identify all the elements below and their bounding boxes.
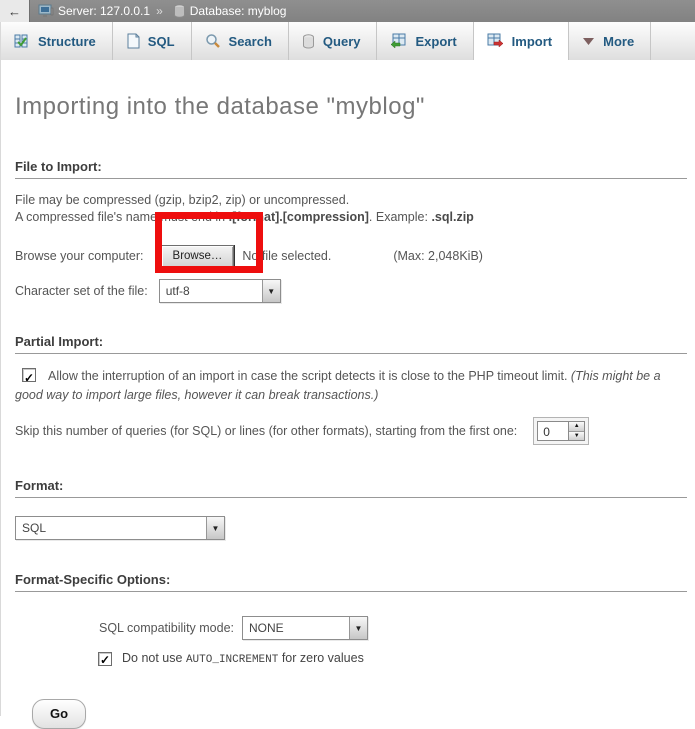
database-icon <box>173 4 186 18</box>
skip-queries-input[interactable]: 0 <box>537 421 568 441</box>
spinner-up-icon[interactable] <box>569 422 584 432</box>
tab-structure[interactable]: Structure <box>1 22 113 60</box>
tab-more[interactable]: More <box>569 22 651 60</box>
allow-interruption-text: Allow the interruption of an import in c… <box>48 369 571 383</box>
max-size-text: (Max: 2,048KiB) <box>393 249 483 263</box>
breadcrumb-separator: » <box>156 4 163 18</box>
export-icon <box>390 33 407 49</box>
section-heading-format-options: Format-Specific Options: <box>15 572 687 592</box>
tab-bar: Structure SQL Search Query Export Import <box>0 22 695 60</box>
auto-increment-row: Do not use AUTO_INCREMENT for zero value… <box>98 651 687 666</box>
charset-label: Character set of the file: <box>15 284 148 298</box>
tab-label: SQL <box>148 34 175 49</box>
spinner-buttons <box>568 421 585 441</box>
file-help-text: File may be compressed (gzip, bzip2, zip… <box>15 192 687 226</box>
auto-increment-prefix: Do not use <box>122 651 186 665</box>
file-help-line2-mid: . Example: <box>369 210 432 224</box>
search-icon <box>205 33 221 49</box>
breadcrumb-database[interactable]: Database: myblog <box>190 4 287 18</box>
tab-label: Structure <box>38 34 96 49</box>
format-select[interactable]: SQL <box>15 516 225 540</box>
tab-label: More <box>603 34 634 49</box>
tab-label: Import <box>512 34 552 49</box>
structure-icon <box>14 33 30 49</box>
select-arrow-icon[interactable] <box>349 617 367 639</box>
select-arrow-icon[interactable] <box>206 517 224 539</box>
allow-interruption-row: Allow the interruption of an import in c… <box>15 367 687 405</box>
file-example: .sql.zip <box>431 210 473 224</box>
browse-row: Browse your computer: Browse… No file se… <box>15 243 687 269</box>
sql-compatibility-select[interactable]: NONE <box>242 616 368 640</box>
chevron-down-icon <box>582 37 595 46</box>
main-content: Importing into the database "myblog" Fil… <box>0 60 695 716</box>
sql-compatibility-label: SQL compatibility mode: <box>99 621 234 635</box>
sql-compatibility-row: SQL compatibility mode: NONE <box>99 615 687 641</box>
browse-button[interactable]: Browse… <box>161 245 235 268</box>
tab-label: Search <box>229 34 272 49</box>
breadcrumb-server[interactable]: Server: 127.0.0.1 <box>58 4 150 18</box>
format-select-value: SQL <box>16 517 206 539</box>
skip-queries-label: Skip this number of queries (for SQL) or… <box>15 424 517 438</box>
auto-increment-checkbox[interactable] <box>98 652 112 666</box>
back-button[interactable]: ← <box>0 0 30 22</box>
server-icon <box>38 4 54 18</box>
charset-row: Character set of the file: utf-8 <box>15 278 687 304</box>
charset-select-value: utf-8 <box>160 280 262 302</box>
allow-interruption-checkbox[interactable] <box>22 368 36 382</box>
page-title: Importing into the database "myblog" <box>15 60 687 121</box>
section-heading-file-to-import: File to Import: <box>15 159 687 179</box>
tab-export[interactable]: Export <box>377 22 473 60</box>
tab-query[interactable]: Query <box>289 22 378 60</box>
sql-compatibility-value: NONE <box>243 617 349 639</box>
sql-icon <box>126 33 140 49</box>
section-heading-format: Format: <box>15 478 687 498</box>
tab-label: Query <box>323 34 361 49</box>
tab-search[interactable]: Search <box>192 22 289 60</box>
go-button[interactable]: Go <box>32 699 86 729</box>
auto-increment-code: AUTO_INCREMENT <box>186 654 278 666</box>
auto-increment-suffix: for zero values <box>278 651 363 665</box>
no-file-selected-text: No file selected. <box>242 249 331 263</box>
breadcrumb-bar: ← Server: 127.0.0.1 » Database: myblog <box>0 0 695 22</box>
select-arrow-icon[interactable] <box>262 280 280 302</box>
skip-queries-spinner[interactable]: 0 <box>533 417 589 445</box>
tab-import[interactable]: Import <box>474 22 569 60</box>
tabbar-filler <box>651 22 695 60</box>
browse-label: Browse your computer: <box>15 249 144 263</box>
charset-select[interactable]: utf-8 <box>159 279 281 303</box>
import-icon <box>487 33 504 49</box>
skip-queries-row: Skip this number of queries (for SQL) or… <box>15 416 687 446</box>
tab-sql[interactable]: SQL <box>113 22 192 60</box>
spinner-down-icon[interactable] <box>569 432 584 441</box>
file-format-pattern: .[format].[compression] <box>229 210 369 224</box>
file-help-line2-prefix: A compressed file's name must end in <box>15 210 229 224</box>
tab-label: Export <box>415 34 456 49</box>
section-heading-partial-import: Partial Import: <box>15 334 687 354</box>
format-row: SQL <box>15 515 687 541</box>
query-icon <box>302 34 315 49</box>
file-help-line1: File may be compressed (gzip, bzip2, zip… <box>15 193 349 207</box>
